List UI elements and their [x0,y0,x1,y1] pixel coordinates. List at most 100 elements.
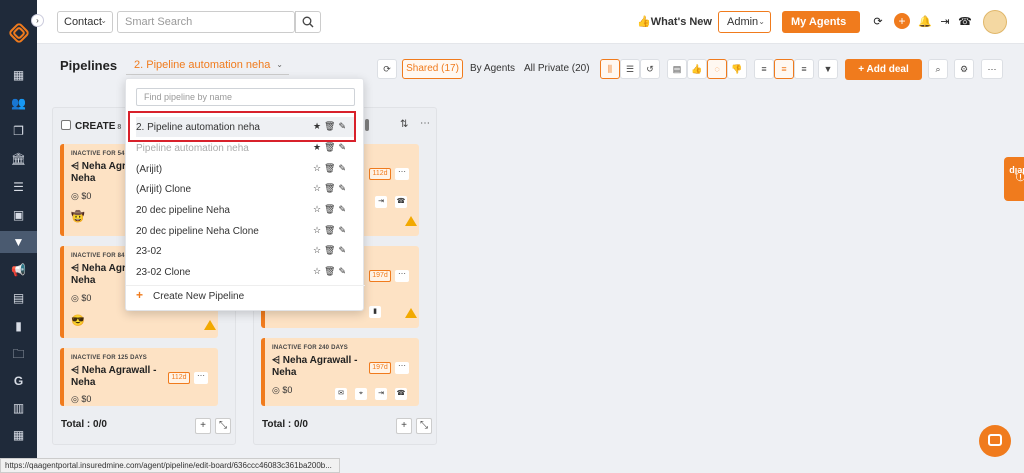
star-outline-icon[interactable]: ☆ [313,183,324,193]
google-icon[interactable]: G [0,370,37,392]
calendar-icon[interactable]: ▦ [0,424,37,446]
comfortable-view-icon[interactable]: ≡ [774,59,794,79]
add-card-button[interactable]: + [396,418,412,434]
card-more-icon[interactable]: ⋯ [395,362,409,374]
bank-icon[interactable]: 🏛 [0,148,37,170]
board-view-icon[interactable]: ⫼ [600,59,620,79]
book-icon[interactable]: ▤ [0,287,37,309]
dashboard-icon[interactable]: ▦ [0,64,37,86]
chart-icon[interactable]: ▮ [0,315,37,337]
star-outline-icon[interactable]: ☆ [313,163,324,173]
card-more-icon[interactable]: ⋯ [194,372,208,384]
admin-select[interactable]: Admin ⌄ [718,11,771,33]
pipeline-filter-icon[interactable]: ▼ [0,231,37,253]
collapse-column-icon[interactable]: ⤡ [416,418,432,434]
documents-icon[interactable]: ❐ [0,120,37,142]
trash-icon[interactable]: 🗑 [324,204,338,214]
app-logo-icon[interactable] [8,22,30,44]
stage-select-checkbox[interactable] [61,120,71,130]
pipeline-option[interactable]: 20 dec pipeline Neha ☆🗑✎ [136,200,355,220]
compact-view-icon[interactable]: ≡ [754,59,774,79]
pipeline-option[interactable]: 20 dec pipeline Neha Clone ☆🗑✎ [136,221,355,241]
more-options-icon[interactable]: ⋯ [981,59,1003,79]
dropdown-scrollbar[interactable] [365,119,369,131]
search-button[interactable] [295,11,321,33]
list-view-icon[interactable]: ☰ [620,59,640,79]
shared-filter-button[interactable]: Shared (17) [402,59,463,79]
report-icon[interactable]: ▥ [0,397,37,419]
sidebar-expand-button[interactable]: › [31,14,44,27]
deal-card[interactable]: INACTIVE FOR 240 DAYS ⩤ Neha Agrawall -N… [261,338,419,406]
contact-type-select[interactable]: Contact ⌄ [57,11,113,33]
edit-pencil-icon[interactable]: ✎ [338,204,349,214]
quick-add-icon[interactable]: + [894,13,910,29]
filter-icon[interactable]: ▼ [818,59,838,79]
pipeline-select[interactable]: 2. Pipeline automation neha ⌄ [126,55,289,75]
pipeline-option[interactable]: (Arijit) ☆🗑✎ [136,159,355,179]
trash-icon[interactable]: 🗑 [324,245,338,255]
settings-gear-icon[interactable]: ⚙ [954,59,974,79]
phone-icon[interactable]: ☎ [395,388,407,400]
logout-icon[interactable]: ⇥ [937,14,953,30]
search-board-icon[interactable]: ⌕ [928,59,948,79]
pipeline-option[interactable]: 23-02 Clone ☆🗑✎ [136,262,355,282]
edit-pencil-icon[interactable]: ✎ [338,225,349,235]
pipeline-option[interactable]: 23-02 ☆🗑✎ [136,241,355,261]
star-outline-icon[interactable]: ☆ [313,266,324,276]
edit-pencil-icon[interactable]: ✎ [338,266,349,276]
phone-icon[interactable]: ☎ [395,196,407,208]
bell-icon[interactable]: 🔔 [917,14,933,30]
folder-icon[interactable]: 🗀 [0,343,37,365]
star-outline-icon[interactable]: ☆ [313,245,324,255]
trash-icon[interactable]: 🗑 [324,121,338,131]
all-private-filter[interactable]: All Private (20) [524,63,590,74]
help-tab[interactable]: ⓘ Help [1004,157,1024,201]
whats-new-link[interactable]: 👍What's New [637,15,712,28]
loading-icon[interactable]: ◌ [707,59,727,79]
thumbs-up-icon[interactable]: 👍 [687,59,707,79]
log-icon[interactable]: ⇥ [375,196,387,208]
trash-icon[interactable]: 🗑 [324,142,338,152]
star-outline-icon[interactable]: ☆ [313,225,324,235]
id-card-icon[interactable]: ▣ [0,204,37,226]
edit-pencil-icon[interactable]: ✎ [338,121,349,131]
add-card-button[interactable]: + [195,418,211,434]
deal-card[interactable]: INACTIVE FOR 125 DAYS ⩤ Neha Agrawall -N… [60,348,218,406]
sort-icon[interactable]: ⇅ [400,119,408,130]
card-more-icon[interactable]: ⋯ [395,168,409,180]
list-icon[interactable]: ☰ [0,176,37,198]
pipeline-option[interactable]: 2. Pipeline automation neha ★🗑✎ [136,117,355,137]
star-outline-icon[interactable]: ☆ [313,204,324,214]
user-avatar[interactable] [983,10,1007,34]
pipeline-option[interactable]: Pipeline automation neha ★🗑✎ [136,138,355,158]
history-icon[interactable]: ↺ [640,59,660,79]
collapse-column-icon[interactable]: ⤡ [215,418,231,434]
chat-launcher-button[interactable] [979,425,1011,457]
log-icon[interactable]: ⇥ [375,388,387,400]
trash-icon[interactable]: 🗑 [324,225,338,235]
card-more-icon[interactable]: ⋯ [395,270,409,282]
star-filled-icon[interactable]: ★ [313,142,324,152]
my-agents-button[interactable]: My Agents ⌄ [782,11,860,39]
pipeline-option[interactable]: (Arijit) Clone ☆🗑✎ [136,179,355,199]
location-icon[interactable]: ⌖ [355,388,367,400]
trash-icon[interactable]: 🗑 [324,163,338,173]
add-deal-button[interactable]: + Add deal [845,59,922,80]
by-agents-filter[interactable]: By Agents [470,63,515,74]
trash-icon[interactable]: 🗑 [324,266,338,276]
smart-search-input[interactable]: Smart Search [117,11,295,33]
edit-pencil-icon[interactable]: ✎ [338,183,349,193]
phone-icon[interactable]: ☎ [957,14,973,30]
create-new-pipeline-button[interactable]: + Create New Pipeline [136,288,244,302]
megaphone-icon[interactable]: 📢 [0,259,37,281]
refresh-icon[interactable]: ⟳ [870,14,886,30]
star-filled-icon[interactable]: ★ [313,121,324,131]
find-pipeline-input[interactable]: Find pipeline by name [136,88,355,106]
edit-pencil-icon[interactable]: ✎ [338,245,349,255]
refresh-board-button[interactable]: ⟳ [377,59,397,79]
email-icon[interactable]: ✉ [335,388,347,400]
column-more-icon[interactable]: ⋯ [420,118,430,129]
edit-pencil-icon[interactable]: ✎ [338,163,349,173]
note-icon[interactable]: ▮ [369,306,381,318]
thumbs-down-icon[interactable]: 👎 [727,59,747,79]
